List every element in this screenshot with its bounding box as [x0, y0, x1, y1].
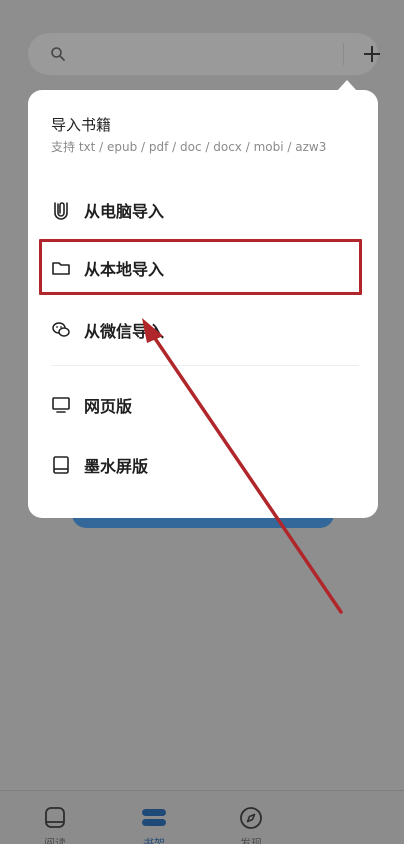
- menu-item-label: 从微信导入: [84, 322, 165, 341]
- search-divider: [343, 43, 344, 65]
- highlight-box: [39, 239, 362, 295]
- nav-item-read[interactable]: 阅读: [25, 805, 85, 844]
- menu-item-web-version[interactable]: 网页版: [51, 383, 361, 427]
- nav-label: 阅读: [44, 837, 66, 844]
- menu-item-label: 网页版: [84, 397, 133, 416]
- monitor-icon: [51, 395, 71, 415]
- nav-item-discover[interactable]: 发现: [221, 805, 281, 844]
- search-icon: [51, 47, 65, 61]
- menu-divider: [51, 365, 359, 366]
- plus-icon: [364, 46, 380, 62]
- nav-label: 发现: [240, 837, 262, 844]
- search-bar[interactable]: [28, 33, 380, 75]
- menu-item-import-from-computer[interactable]: 从电脑导入: [51, 188, 361, 232]
- paperclip-icon: [51, 200, 71, 220]
- tablet-icon: [51, 455, 71, 475]
- menu-item-label: 墨水屏版: [84, 457, 149, 476]
- compass-icon: [240, 807, 262, 829]
- nav-label: 书架: [143, 837, 165, 844]
- tablet-outline-icon: [45, 807, 65, 828]
- bookshelf-icon: [142, 809, 166, 826]
- popup-title: 导入书籍: [51, 116, 112, 134]
- menu-item-import-from-wechat[interactable]: 从微信导入: [51, 308, 361, 352]
- add-button[interactable]: [356, 39, 388, 69]
- menu-item-eink-version[interactable]: 墨水屏版: [51, 443, 361, 487]
- import-popup: 导入书籍 支持 txt / epub / pdf / doc / docx / …: [28, 90, 378, 518]
- wechat-icon: [51, 320, 71, 340]
- popup-subtitle: 支持 txt / epub / pdf / doc / docx / mobi …: [51, 140, 327, 154]
- menu-item-label: 从电脑导入: [84, 202, 165, 221]
- screen: 导入书籍 支持 txt / epub / pdf / doc / docx / …: [0, 0, 404, 844]
- bottom-nav: 阅读 书架 发现: [0, 790, 404, 844]
- nav-item-bookshelf[interactable]: 书架: [124, 805, 184, 844]
